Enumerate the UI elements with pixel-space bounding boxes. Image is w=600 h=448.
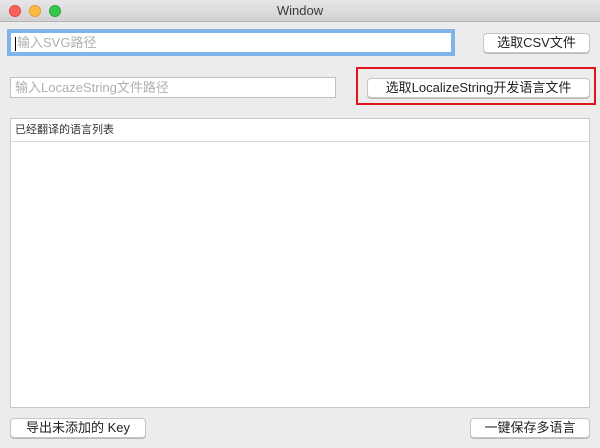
translated-languages-table[interactable]: 已经翻译的语言列表 [10, 118, 590, 408]
minimize-button[interactable] [29, 5, 41, 17]
title-bar: Window [0, 0, 600, 22]
select-csv-button[interactable]: 选取CSV文件 [483, 33, 590, 53]
close-button[interactable] [9, 5, 21, 17]
localize-path-placeholder: 输入LocazeString文件路径 [15, 80, 169, 95]
export-missing-keys-button[interactable]: 导出未添加的 Key [10, 418, 146, 438]
svg-path-placeholder: 输入SVG路径 [17, 35, 97, 50]
table-header[interactable]: 已经翻译的语言列表 [11, 119, 589, 142]
zoom-button[interactable] [49, 5, 61, 17]
select-localize-button[interactable]: 选取LocalizeString开发语言文件 [367, 78, 590, 98]
svg-path-input[interactable]: 输入SVG路径 [10, 32, 452, 53]
localize-path-input[interactable]: 输入LocazeString文件路径 [10, 77, 336, 98]
window-title: Window [276, 3, 324, 18]
text-caret [15, 36, 16, 51]
save-all-languages-button[interactable]: 一键保存多语言 [470, 418, 590, 438]
